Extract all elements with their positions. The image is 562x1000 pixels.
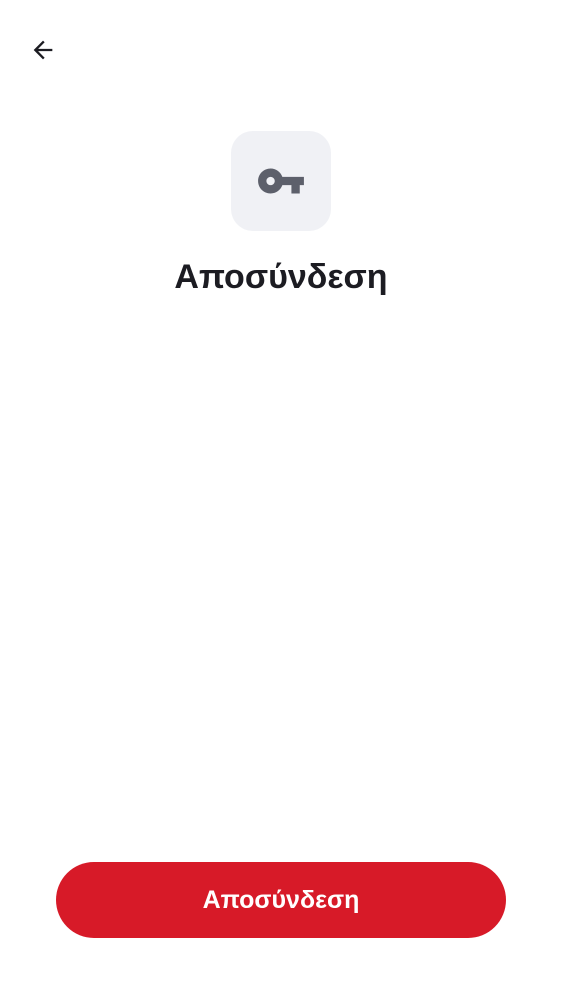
logout-button[interactable]: Αποσύνδεση <box>56 862 506 938</box>
key-icon <box>258 168 304 194</box>
back-button[interactable] <box>22 29 64 71</box>
page-title: Αποσύνδεση <box>174 258 388 296</box>
arrow-left-icon <box>33 40 53 60</box>
key-icon-tile <box>231 131 331 231</box>
